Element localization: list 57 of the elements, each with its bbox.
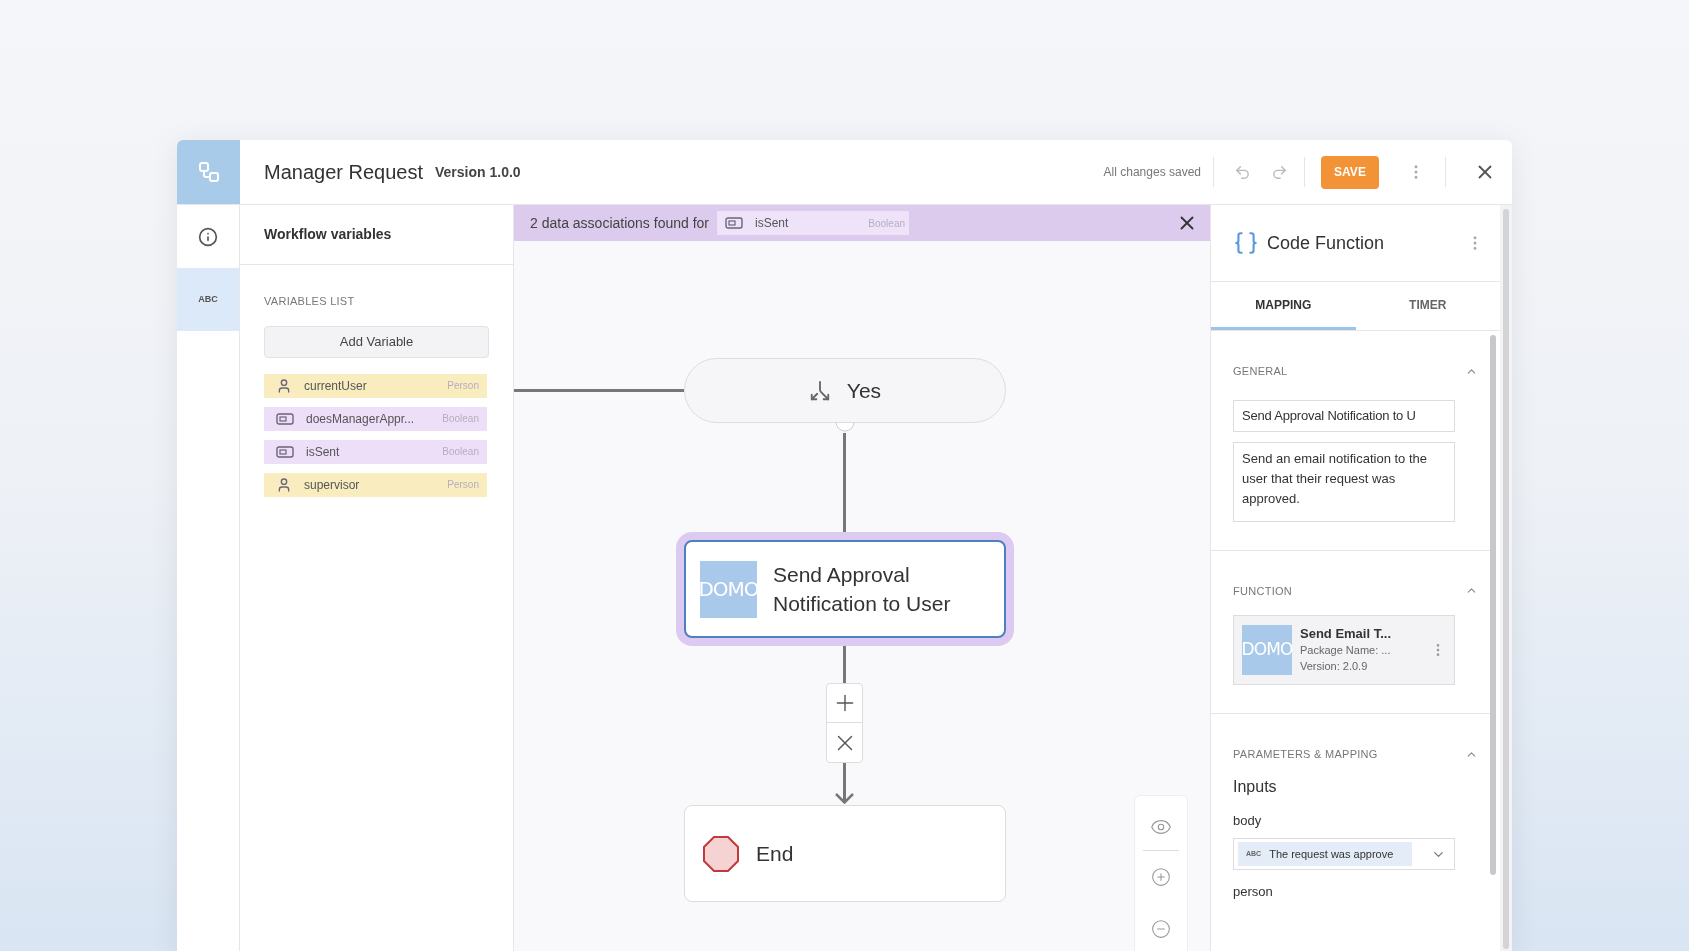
save-status: All changes saved xyxy=(1103,157,1214,187)
name-field[interactable]: Send Approval Notification to U xyxy=(1233,399,1455,432)
branch-node[interactable]: Yes xyxy=(684,358,1006,423)
section-title: FUNCTION xyxy=(1233,583,1293,599)
connector-line xyxy=(843,646,846,684)
end-node[interactable]: End xyxy=(684,805,1006,902)
banner-text: 2 data associations found for xyxy=(530,213,709,233)
zoom-out-icon[interactable] xyxy=(1151,919,1171,939)
add-variable-button[interactable]: Add Variable xyxy=(264,325,489,358)
variable-type: Boolean xyxy=(442,412,479,426)
workflow-title: Manager Request xyxy=(264,160,423,185)
person-icon xyxy=(276,377,292,394)
toggle-icon xyxy=(276,445,294,458)
variable-type: Boolean xyxy=(442,445,479,459)
zoom-in-icon[interactable] xyxy=(1151,867,1171,887)
inputs-heading: Inputs xyxy=(1233,776,1278,797)
step-title: Code Function xyxy=(1267,231,1386,255)
package-name: Package Name: ... xyxy=(1300,643,1392,658)
section-title: GENERAL xyxy=(1233,364,1288,379)
section-title: PARAMETERS & MAPPING xyxy=(1233,747,1378,762)
input-label: person xyxy=(1233,883,1274,901)
variable-type: Person xyxy=(447,478,479,492)
variable-item[interactable]: doesManagerAppr... Boolean xyxy=(264,406,487,431)
toggle-icon xyxy=(725,217,743,229)
select-value: The request was approve xyxy=(1269,846,1394,862)
panel-title: Workflow variables xyxy=(264,225,392,244)
scrollbar[interactable] xyxy=(1503,209,1509,949)
branch-icon xyxy=(808,379,831,402)
app-logo[interactable] xyxy=(177,140,240,204)
domo-logo: DOMO xyxy=(1242,625,1292,675)
connector-arrow xyxy=(834,763,855,804)
description-field[interactable]: Send an email notification to the user that their request was approved. xyxy=(1233,441,1455,522)
domo-logo: DOMO xyxy=(700,560,757,618)
toggle-icon xyxy=(276,412,294,425)
function-card[interactable]: DOMO Send Email T... Package Name: ... Version: 2.0.9 xyxy=(1233,615,1455,685)
person-icon xyxy=(276,476,292,493)
section-label: VARIABLES LIST xyxy=(264,294,356,309)
redo-icon[interactable] xyxy=(1271,163,1288,181)
variable-item[interactable]: currentUser Person xyxy=(264,373,487,398)
variable-item[interactable]: supervisor Person xyxy=(264,472,487,497)
version-label: Version 1.0.0 xyxy=(435,162,521,182)
function-name: Send Email T... xyxy=(1300,626,1393,642)
braces-icon xyxy=(1233,230,1259,256)
connector-handle xyxy=(835,422,855,433)
variable-chip: isSent Boolean xyxy=(717,211,909,235)
function-version: Version: 2.0.9 xyxy=(1300,659,1369,674)
variable-type: Boolean xyxy=(868,216,905,231)
variable-type: Person xyxy=(447,379,479,393)
undo-icon[interactable] xyxy=(1234,163,1251,181)
scrollbar[interactable] xyxy=(1490,335,1496,875)
panel-tab[interactable]: MAPPING xyxy=(1211,282,1356,330)
variable-item[interactable]: isSent Boolean xyxy=(264,439,487,464)
stop-icon xyxy=(702,834,740,873)
panel-tab[interactable]: TIMER xyxy=(1355,282,1500,330)
info-icon xyxy=(198,226,218,247)
variables-tab[interactable]: ABC xyxy=(177,268,239,331)
input-label: body xyxy=(1233,811,1263,830)
